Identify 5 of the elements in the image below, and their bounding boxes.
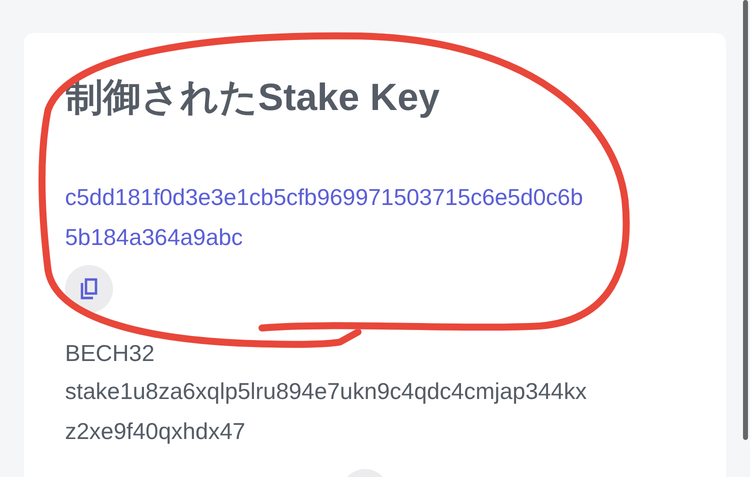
stake-key-hex: c5dd181f0d3e3e1cb5cfb969971503715c6e5d0c6b5b184a364a9abc [65,183,584,252]
bech32-address: stake1u8za6xqlp5lru894e7ukn9c4qdc4cmjap344kxz2xe9f40qxhdx47 [65,377,588,446]
bech32-label: BECH32 [65,339,156,368]
copy-icon [79,278,99,300]
copy-button[interactable] [65,265,113,313]
